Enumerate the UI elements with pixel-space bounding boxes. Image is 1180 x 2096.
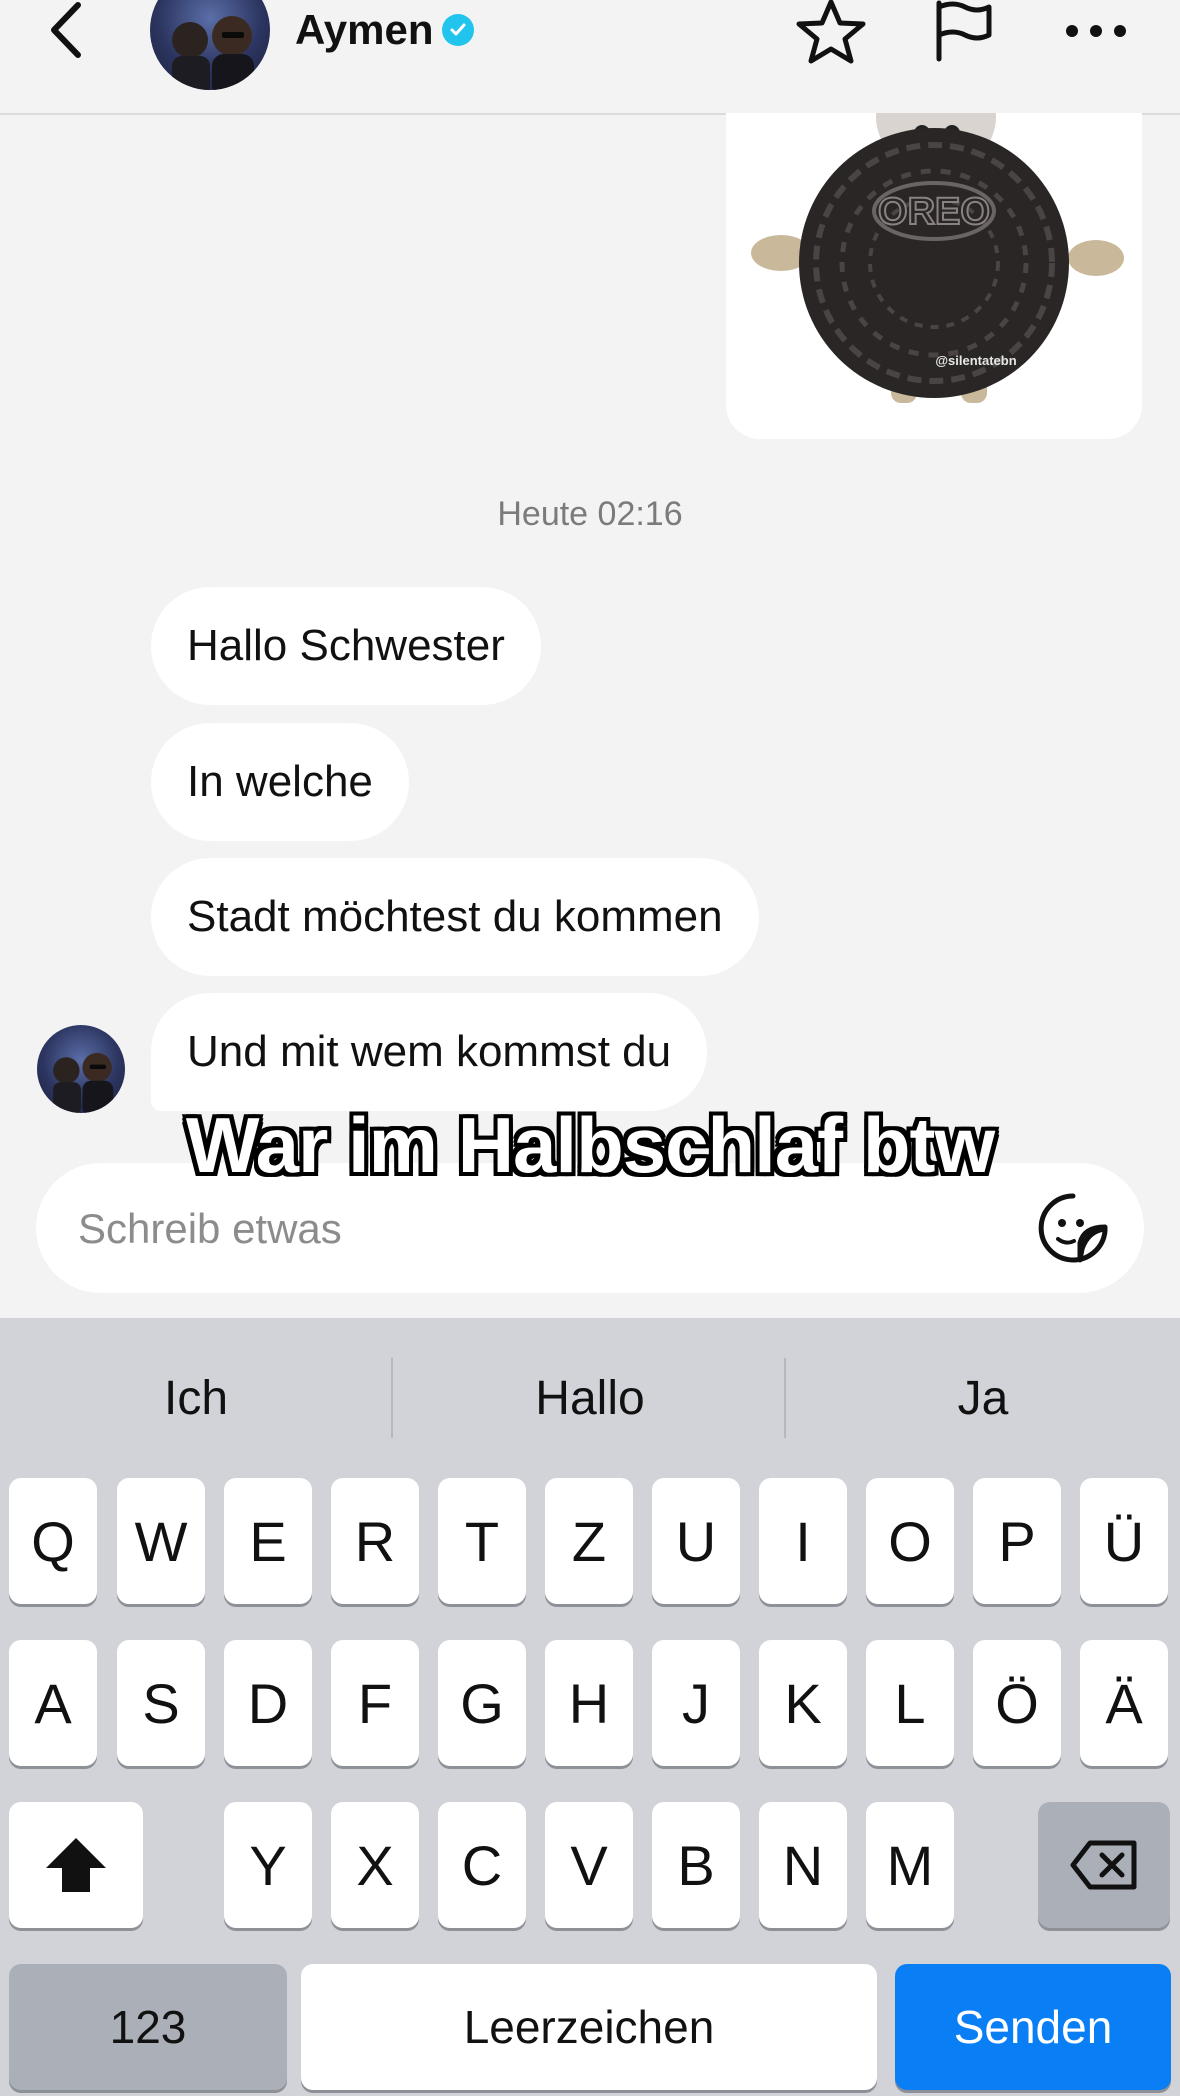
image-watermark: @silentatebn bbox=[935, 353, 1016, 368]
shift-key[interactable] bbox=[9, 1802, 143, 1928]
key-g[interactable]: G bbox=[438, 1640, 526, 1766]
contact-name: Aymen bbox=[295, 6, 434, 53]
key-n[interactable]: N bbox=[759, 1802, 847, 1928]
flag-icon bbox=[936, 0, 992, 62]
message-text: Hallo Schwester bbox=[187, 621, 505, 670]
message-bubble[interactable]: Und mit wem kommst du bbox=[151, 993, 708, 1111]
oreo-brand-text: OREO bbox=[878, 191, 990, 233]
report-button[interactable] bbox=[923, 0, 1003, 62]
key-v[interactable]: V bbox=[545, 1802, 633, 1928]
onscreen-keyboard: Ich Hallo Ja Q W E R T Z U I O P Ü A S D… bbox=[0, 1318, 1180, 2096]
key-a[interactable]: A bbox=[9, 1640, 97, 1766]
key-e[interactable]: E bbox=[224, 1478, 312, 1604]
suggestion-divider bbox=[784, 1358, 786, 1438]
key-w[interactable]: W bbox=[117, 1478, 205, 1604]
key-ue[interactable]: Ü bbox=[1080, 1478, 1168, 1604]
key-t[interactable]: T bbox=[438, 1478, 526, 1604]
key-i[interactable]: I bbox=[759, 1478, 847, 1604]
backspace-icon bbox=[1070, 1840, 1137, 1890]
sticker-button[interactable] bbox=[1036, 1191, 1110, 1265]
message-text: Stadt möchtest du kommen bbox=[187, 892, 723, 941]
key-j[interactable]: J bbox=[652, 1640, 740, 1766]
key-o[interactable]: O bbox=[866, 1478, 954, 1604]
suggestion-divider bbox=[391, 1358, 393, 1438]
send-key[interactable]: Senden bbox=[895, 1964, 1171, 2090]
key-oe[interactable]: Ö bbox=[973, 1640, 1061, 1766]
more-icon bbox=[1066, 25, 1126, 37]
numbers-key[interactable]: 123 bbox=[9, 1964, 287, 2090]
back-icon bbox=[51, 2, 81, 58]
shift-icon bbox=[46, 1838, 106, 1892]
suggestion-ich[interactable]: Ich bbox=[0, 1358, 392, 1438]
key-s[interactable]: S bbox=[117, 1640, 205, 1766]
key-m[interactable]: M bbox=[866, 1802, 954, 1928]
sticker-icon bbox=[1038, 1193, 1108, 1263]
image-message[interactable]: OREO @silentatebn bbox=[726, 113, 1142, 439]
contact-avatar[interactable] bbox=[150, 0, 270, 90]
backspace-key[interactable] bbox=[1038, 1802, 1170, 1928]
verified-badge-icon bbox=[441, 14, 474, 46]
back-button[interactable] bbox=[38, 0, 94, 60]
message-bubble[interactable]: Hallo Schwester bbox=[151, 587, 541, 705]
suggestion-ja[interactable]: Ja bbox=[787, 1358, 1179, 1438]
key-ae[interactable]: Ä bbox=[1080, 1640, 1168, 1766]
key-q[interactable]: Q bbox=[9, 1478, 97, 1604]
message-text: In welche bbox=[187, 757, 373, 806]
key-r[interactable]: R bbox=[331, 1478, 419, 1604]
message-bubble[interactable]: In welche bbox=[151, 723, 409, 841]
key-u[interactable]: U bbox=[652, 1478, 740, 1604]
video-caption-overlay: War im Halbschlaf btw bbox=[185, 1101, 995, 1189]
key-d[interactable]: D bbox=[224, 1640, 312, 1766]
key-y[interactable]: Y bbox=[224, 1802, 312, 1928]
key-z[interactable]: Z bbox=[545, 1478, 633, 1604]
key-l[interactable]: L bbox=[866, 1640, 954, 1766]
key-h[interactable]: H bbox=[545, 1640, 633, 1766]
message-bubble[interactable]: Stadt möchtest du kommen bbox=[151, 858, 759, 976]
key-k[interactable]: K bbox=[759, 1640, 847, 1766]
suggestion-bar: Ich Hallo Ja bbox=[0, 1318, 1180, 1474]
space-key[interactable]: Leerzeichen bbox=[301, 1964, 877, 2090]
chat-header: Aymen bbox=[0, 0, 1180, 115]
favorite-button[interactable] bbox=[791, 0, 871, 64]
key-f[interactable]: F bbox=[331, 1640, 419, 1766]
suggestion-hallo[interactable]: Hallo bbox=[394, 1358, 786, 1438]
star-icon bbox=[796, 0, 866, 64]
message-text: Und mit wem kommst du bbox=[187, 1027, 672, 1076]
key-c[interactable]: C bbox=[438, 1802, 526, 1928]
key-x[interactable]: X bbox=[331, 1802, 419, 1928]
message-timestamp: Heute 02:16 bbox=[497, 495, 683, 533]
key-b[interactable]: B bbox=[652, 1802, 740, 1928]
contact-name-row[interactable]: Aymen bbox=[295, 6, 474, 54]
key-p[interactable]: P bbox=[973, 1478, 1061, 1604]
more-options-button[interactable] bbox=[1056, 0, 1136, 62]
